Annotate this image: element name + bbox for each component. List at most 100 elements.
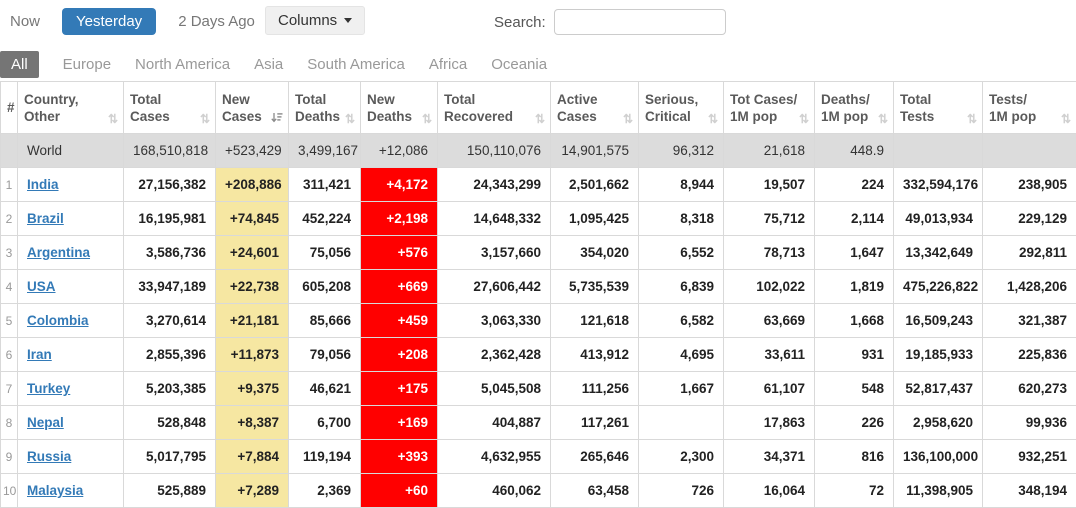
country-link-malaysia[interactable]: Malaysia xyxy=(27,483,83,498)
cell-deaths-1m: 1,819 xyxy=(815,270,894,304)
cell-new-cases: +8,387 xyxy=(216,406,289,440)
cell-country[interactable]: Iran xyxy=(18,338,124,372)
column-header-total-cases[interactable]: TotalCases⇅ xyxy=(124,82,216,134)
column-header-serious-critical[interactable]: Serious,Critical⇅ xyxy=(639,82,724,134)
cell-rank: 7 xyxy=(1,372,18,406)
columns-button[interactable]: Columns xyxy=(265,6,365,35)
cell-country[interactable]: Nepal xyxy=(18,406,124,440)
column-header-tests-1m[interactable]: Tests/1M pop⇅ xyxy=(983,82,1076,134)
region-tab-north-america[interactable]: North America xyxy=(135,56,230,73)
cell-serious-critical: 6,582 xyxy=(639,304,724,338)
cell-new-cases: +7,884 xyxy=(216,440,289,474)
region-tab-south-america[interactable]: South America xyxy=(307,56,405,73)
cell-total-tests: 52,817,437 xyxy=(894,372,983,406)
cell-total-tests: 11,398,905 xyxy=(894,474,983,508)
cell-total-deaths: 3,499,167 xyxy=(289,134,361,168)
cell-country[interactable]: Turkey xyxy=(18,372,124,406)
cell-country[interactable]: Malaysia xyxy=(18,474,124,508)
cell-total-tests: 13,342,649 xyxy=(894,236,983,270)
cell-new-deaths: +175 xyxy=(361,372,438,406)
table-header-row: #Country,Other⇅TotalCases⇅NewCasesTotalD… xyxy=(1,82,1076,134)
country-link-brazil[interactable]: Brazil xyxy=(27,211,64,226)
cell-active-cases: 1,095,425 xyxy=(551,202,639,236)
column-header-active-cases[interactable]: ActiveCases⇅ xyxy=(551,82,639,134)
column-header-country[interactable]: Country,Other⇅ xyxy=(18,82,124,134)
cell-rank: 2 xyxy=(1,202,18,236)
cell-country[interactable]: India xyxy=(18,168,124,202)
cell-country[interactable]: USA xyxy=(18,270,124,304)
time-tab-yesterday[interactable]: Yesterday xyxy=(62,8,156,35)
cell-active-cases: 117,261 xyxy=(551,406,639,440)
country-row-iran: 6Iran2,855,396+11,87379,056+2082,362,428… xyxy=(1,338,1076,372)
cell-country[interactable]: Colombia xyxy=(18,304,124,338)
region-tab-europe[interactable]: Europe xyxy=(63,56,111,73)
cell-total-cases: 3,270,614 xyxy=(124,304,216,338)
country-link-usa[interactable]: USA xyxy=(27,279,56,294)
country-link-russia[interactable]: Russia xyxy=(27,449,71,464)
column-header-tot-cases-1m[interactable]: Tot Cases/1M pop⇅ xyxy=(724,82,815,134)
sort-toggle-icon: ⇅ xyxy=(623,114,633,124)
region-tab-oceania[interactable]: Oceania xyxy=(491,56,547,73)
column-header-total-tests[interactable]: TotalTests⇅ xyxy=(894,82,983,134)
column-header-new-deaths[interactable]: NewDeaths⇅ xyxy=(361,82,438,134)
sort-toggle-icon: ⇅ xyxy=(1061,114,1071,124)
cell-total-deaths: 2,369 xyxy=(289,474,361,508)
cell-total-recovered: 404,887 xyxy=(438,406,551,440)
country-link-argentina[interactable]: Argentina xyxy=(27,245,90,260)
caret-down-icon xyxy=(344,18,352,23)
time-tab-now[interactable]: Now xyxy=(10,13,40,30)
cell-total-tests: 16,509,243 xyxy=(894,304,983,338)
cell-serious-critical: 8,318 xyxy=(639,202,724,236)
cell-deaths-1m: 448.9 xyxy=(815,134,894,168)
cell-country[interactable]: Brazil xyxy=(18,202,124,236)
column-header-total-recovered[interactable]: TotalRecovered⇅ xyxy=(438,82,551,134)
cell-country[interactable]: Russia xyxy=(18,440,124,474)
cell-total-cases: 525,889 xyxy=(124,474,216,508)
time-tab-2-days-ago[interactable]: 2 Days Ago xyxy=(178,13,255,30)
column-label: TotalTests xyxy=(900,91,976,125)
country-link-india[interactable]: India xyxy=(27,177,59,192)
cell-total-cases: 5,203,385 xyxy=(124,372,216,406)
cell-total-deaths: 46,621 xyxy=(289,372,361,406)
cell-total-cases: 3,586,736 xyxy=(124,236,216,270)
region-tab-all[interactable]: All xyxy=(0,51,39,78)
column-header-deaths-1m[interactable]: Deaths/1M pop⇅ xyxy=(815,82,894,134)
cell-tot-cases-1m: 102,022 xyxy=(724,270,815,304)
cell-total-recovered: 2,362,428 xyxy=(438,338,551,372)
region-tab-asia[interactable]: Asia xyxy=(254,56,283,73)
cell-tests-1m: 321,387 xyxy=(983,304,1076,338)
sort-toggle-icon: ⇅ xyxy=(422,114,432,124)
cell-tot-cases-1m: 16,064 xyxy=(724,474,815,508)
column-header-total-deaths[interactable]: TotalDeaths⇅ xyxy=(289,82,361,134)
column-header-new-cases[interactable]: NewCases xyxy=(216,82,289,134)
cell-tests-1m: 620,273 xyxy=(983,372,1076,406)
sort-toggle-icon: ⇅ xyxy=(200,114,210,124)
cell-tests-1m: 348,194 xyxy=(983,474,1076,508)
cell-serious-critical: 1,667 xyxy=(639,372,724,406)
cell-tests-1m: 229,129 xyxy=(983,202,1076,236)
cell-total-deaths: 452,224 xyxy=(289,202,361,236)
cell-tot-cases-1m: 19,507 xyxy=(724,168,815,202)
country-link-nepal[interactable]: Nepal xyxy=(27,415,64,430)
cell-active-cases: 2,501,662 xyxy=(551,168,639,202)
cell-new-deaths: +12,086 xyxy=(361,134,438,168)
cell-new-deaths: +576 xyxy=(361,236,438,270)
cell-tot-cases-1m: 63,669 xyxy=(724,304,815,338)
country-row-russia: 9Russia5,017,795+7,884119,194+3934,632,9… xyxy=(1,440,1076,474)
country-link-colombia[interactable]: Colombia xyxy=(27,313,89,328)
search-input[interactable] xyxy=(554,9,726,35)
country-link-turkey[interactable]: Turkey xyxy=(27,381,70,396)
cell-new-cases: +21,181 xyxy=(216,304,289,338)
cell-new-deaths: +169 xyxy=(361,406,438,440)
cell-total-cases: 33,947,189 xyxy=(124,270,216,304)
sort-toggle-icon: ⇅ xyxy=(967,114,977,124)
region-tab-africa[interactable]: Africa xyxy=(429,56,467,73)
country-link-iran[interactable]: Iran xyxy=(27,347,52,362)
cell-country[interactable]: Argentina xyxy=(18,236,124,270)
cell-active-cases: 111,256 xyxy=(551,372,639,406)
column-label: TotalRecovered xyxy=(444,91,544,125)
column-label: Tests/1M pop xyxy=(989,91,1070,125)
sort-toggle-icon: ⇅ xyxy=(799,114,809,124)
cell-total-deaths: 75,056 xyxy=(289,236,361,270)
cell-total-recovered: 150,110,076 xyxy=(438,134,551,168)
